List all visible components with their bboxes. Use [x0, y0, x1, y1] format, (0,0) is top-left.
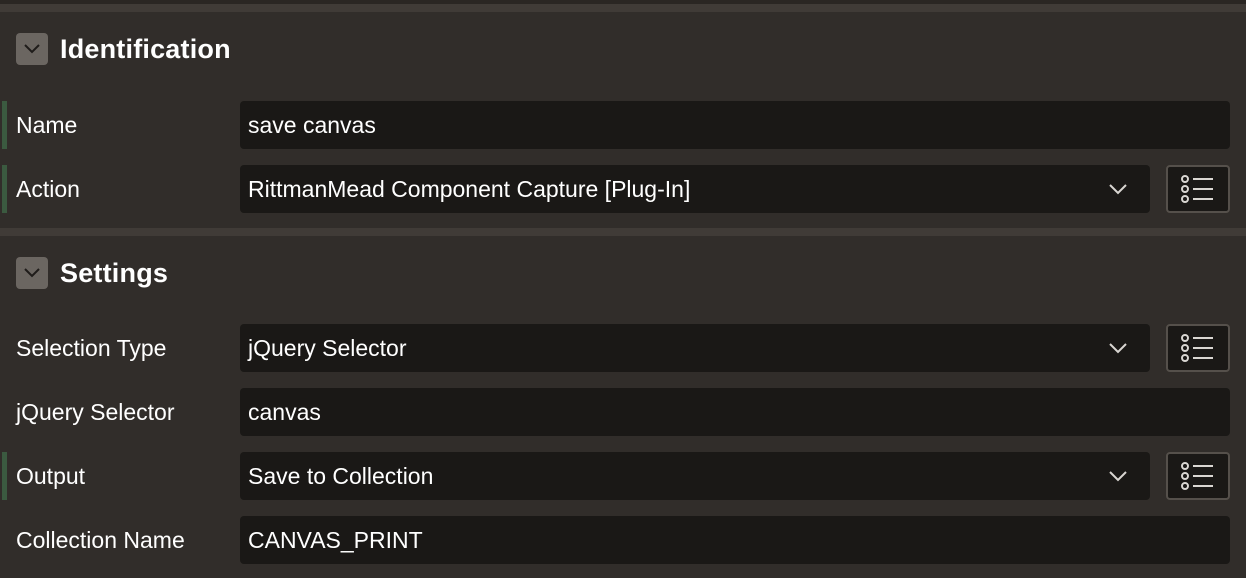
list-icon	[1181, 175, 1213, 203]
jquery-selector-input[interactable]: canvas	[240, 388, 1230, 436]
section-header-identification: Identification	[16, 33, 231, 65]
collapse-settings-button[interactable]	[16, 257, 48, 289]
select-value: jQuery Selector	[248, 335, 407, 361]
field-row-name: Name save canvas	[0, 101, 1246, 149]
field-row-collection-name: Collection Name CANVAS_PRINT	[0, 516, 1246, 564]
chevron-down-icon	[1109, 471, 1127, 482]
chevron-down-icon	[1109, 343, 1127, 354]
section-title: Settings	[60, 257, 169, 288]
chevron-down-icon	[24, 44, 40, 54]
field-row-output: Output Save to Collection	[0, 452, 1246, 500]
field-label: Name	[16, 112, 78, 138]
section-title: Identification	[60, 33, 231, 64]
field-label: Action	[16, 176, 80, 202]
field-row-selection-type: Selection Type jQuery Selector	[0, 324, 1246, 372]
required-indicator	[2, 101, 7, 149]
section-divider	[0, 4, 1246, 12]
list-icon	[1181, 462, 1213, 490]
required-indicator	[2, 165, 7, 213]
collapse-identification-button[interactable]	[16, 33, 48, 65]
field-row-action: Action RittmanMead Component Capture [Pl…	[0, 165, 1246, 213]
field-label: jQuery Selector	[16, 399, 175, 425]
action-lov-button[interactable]	[1166, 165, 1230, 213]
selection-type-select[interactable]: jQuery Selector	[240, 324, 1150, 372]
name-input[interactable]: save canvas	[240, 101, 1230, 149]
field-label: Collection Name	[16, 527, 185, 553]
action-select[interactable]: RittmanMead Component Capture [Plug-In]	[240, 165, 1150, 213]
select-value: RittmanMead Component Capture [Plug-In]	[248, 176, 691, 202]
output-lov-button[interactable]	[1166, 452, 1230, 500]
chevron-down-icon	[1109, 184, 1127, 195]
section-divider	[0, 228, 1246, 236]
output-select[interactable]: Save to Collection	[240, 452, 1150, 500]
select-value: Save to Collection	[248, 463, 434, 489]
field-label: Output	[16, 463, 86, 489]
field-label: Selection Type	[16, 335, 167, 361]
field-row-jquery-selector: jQuery Selector canvas	[0, 388, 1246, 436]
required-indicator	[2, 452, 7, 500]
selection-type-lov-button[interactable]	[1166, 324, 1230, 372]
collection-name-input[interactable]: CANVAS_PRINT	[240, 516, 1230, 564]
section-header-settings: Settings	[16, 257, 168, 289]
chevron-down-icon	[24, 268, 40, 278]
list-icon	[1181, 334, 1213, 362]
